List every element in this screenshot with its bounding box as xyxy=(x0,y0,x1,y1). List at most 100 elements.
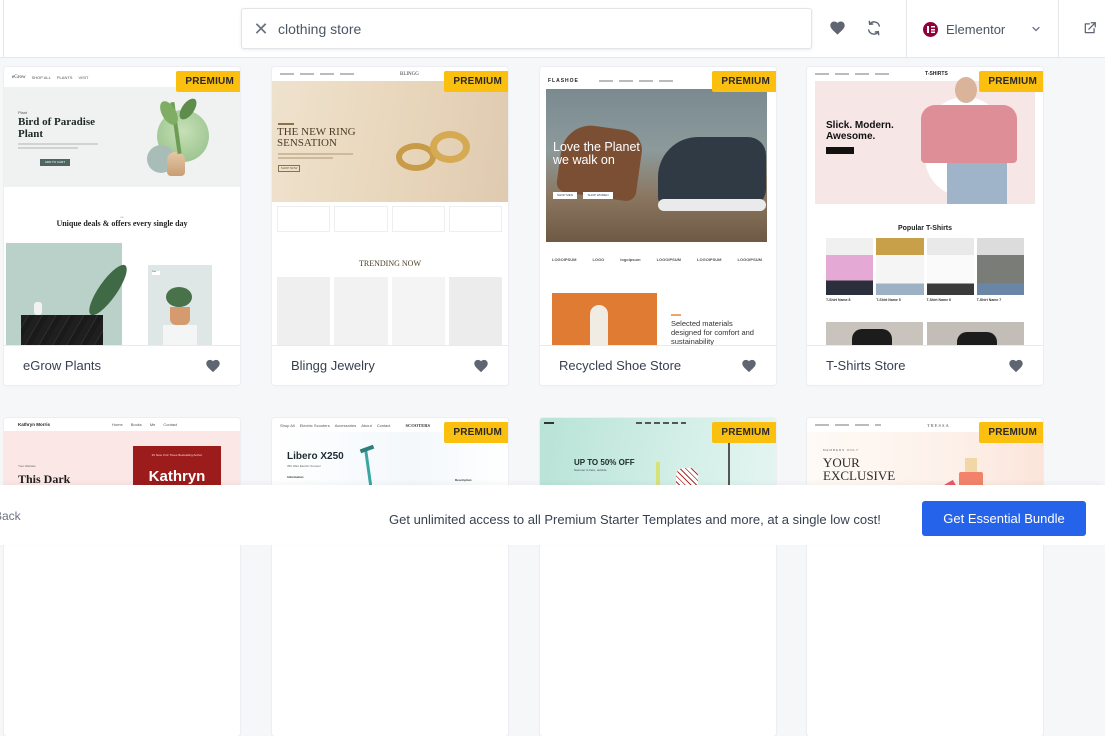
preview-button: ADD TO CART xyxy=(40,159,70,166)
upsell-bar: Back Get unlimited access to all Premium… xyxy=(0,485,1105,545)
preview-brand: T-SHIRTS xyxy=(925,71,948,77)
product-name: T-Shirt Name 7 xyxy=(976,298,1002,302)
plant-pot xyxy=(167,152,185,176)
logo: LOGOIPSUM xyxy=(737,257,762,262)
search-input[interactable] xyxy=(278,20,778,37)
product-image xyxy=(448,277,502,345)
logo-box xyxy=(391,206,445,232)
preview-subhead: Summer is here, outside xyxy=(574,468,607,472)
preview-kicker: Your Website xyxy=(18,464,36,468)
preview-nav: Kathryn Morris Home Books Me Contact xyxy=(4,418,240,431)
preview-section-title: Popular T-Shirts xyxy=(897,225,953,232)
product-image xyxy=(926,238,974,295)
nav-placeholder xyxy=(658,80,673,82)
template-preview: BLINGG THE NEW RING SENSATION SHOP NOW T… xyxy=(272,67,508,345)
preview-brand: Kathryn Morris xyxy=(18,422,51,427)
template-card-t-shirts-store[interactable]: T-SHIRTS Slick. Modern. Awesome. Popular… xyxy=(807,67,1043,385)
heart-icon[interactable] xyxy=(1009,359,1023,373)
preview-nav-item: Shop All xyxy=(280,422,295,428)
preview-text-line xyxy=(278,153,353,155)
preview-nav-item: VISIT xyxy=(78,74,89,80)
nav-placeholder xyxy=(638,80,653,82)
preview-nav-item: Contact xyxy=(376,422,391,428)
external-link-icon[interactable] xyxy=(1079,17,1101,39)
page-builder-select[interactable]: Elementor xyxy=(908,0,1058,58)
preview-section-title: Unique deals & offers every single day xyxy=(56,219,188,228)
template-card-scooters[interactable]: Shop All Electric Scooters Accessories A… xyxy=(272,418,508,736)
get-essential-bundle-button[interactable]: Get Essential Bundle xyxy=(922,501,1086,536)
premium-badge: PREMIUM xyxy=(444,71,508,92)
preview-products xyxy=(277,277,502,345)
template-card-recycled-shoe-store[interactable]: FLASHOE Love the Planet we walk on SHOP … xyxy=(540,67,776,385)
card-footer: Blingg Jewelry xyxy=(272,345,508,385)
template-title: Recycled Shoe Store xyxy=(559,358,682,373)
preview-feature-text: Selected materials designed for comfort … xyxy=(671,319,754,345)
divider xyxy=(3,0,4,58)
marble-table xyxy=(21,315,103,345)
back-link[interactable]: Back xyxy=(0,509,21,523)
preview-nav xyxy=(636,422,686,424)
preview-brand: TRESSA xyxy=(927,422,950,428)
preview-kicker: MEMBERS ONLY xyxy=(823,448,859,452)
product-image xyxy=(976,238,1024,295)
shoe-sole-image xyxy=(590,305,608,345)
template-card-decor-sale[interactable]: UP TO 50% OFF Summer is here, outside PR… xyxy=(540,418,776,736)
heart-icon[interactable] xyxy=(206,359,220,373)
chevron-down-icon xyxy=(1030,22,1042,40)
logo: LOGO xyxy=(592,257,605,262)
template-preview: Kathryn Morris Home Books Me Contact You… xyxy=(4,418,240,696)
nav-placeholder xyxy=(618,80,633,82)
preview-brand xyxy=(544,422,554,424)
template-card-egrow-plants[interactable]: eGrow SHOP ALL PLANTS VISIT Plant Bird o… xyxy=(4,67,240,385)
logo: logoipsum xyxy=(620,257,641,262)
preview-headline: Slick. Modern. Awesome. xyxy=(826,120,894,142)
premium-badge: PREMIUM xyxy=(712,71,776,92)
decor-vase xyxy=(34,302,42,315)
plant-leaves xyxy=(166,287,192,307)
nav-placeholder xyxy=(320,73,334,75)
model-shirt xyxy=(957,332,997,345)
product-name: T-Shirt Name 5 xyxy=(876,298,901,302)
logo-box xyxy=(277,206,331,232)
search-box[interactable]: ✕ xyxy=(241,8,812,49)
product-image xyxy=(826,238,874,295)
preview-label: Description xyxy=(455,478,472,482)
heart-icon[interactable] xyxy=(826,17,848,39)
preview-kicker xyxy=(278,123,294,125)
refresh-icon[interactable] xyxy=(863,17,885,39)
premium-badge: PREMIUM xyxy=(712,422,776,443)
preview-nav-item: Books xyxy=(130,422,142,427)
preview-headline: YOUR EXCLUSIVE xyxy=(823,455,896,483)
model-jeans xyxy=(947,163,1007,204)
logo: LOGOIPSUM xyxy=(697,257,722,262)
divider xyxy=(1058,0,1059,58)
plant-stand xyxy=(163,325,197,345)
template-card-perfume[interactable]: TRESSA MEMBERS ONLY YOUR EXCLUSIVE PREMI… xyxy=(807,418,1043,736)
preview-tag: Sale xyxy=(152,271,160,275)
heart-icon[interactable] xyxy=(474,359,488,373)
template-card-author[interactable]: Kathryn Morris Home Books Me Contact You… xyxy=(4,418,240,736)
premium-badge: PREMIUM xyxy=(444,422,508,443)
close-icon[interactable]: ✕ xyxy=(244,20,278,38)
preview-headline: Love the Planet we walk on xyxy=(553,140,640,167)
template-card-blingg-jewelry[interactable]: BLINGG THE NEW RING SENSATION SHOP NOW T… xyxy=(272,67,508,385)
premium-badge: PREMIUM xyxy=(979,71,1043,92)
nav-placeholder xyxy=(835,73,849,75)
divider xyxy=(906,0,907,58)
model-head xyxy=(955,77,977,103)
nav-placeholder xyxy=(815,424,829,426)
preview-nav-item: Electric Scooters xyxy=(299,422,330,428)
preview-product-names: T-Shirt Name 8 T-Shirt Name 5 T-Shirt Na… xyxy=(826,298,1024,302)
card-footer: eGrow Plants xyxy=(4,345,240,385)
book-tag: #1 New York Times Bestselling Author xyxy=(151,453,203,457)
preview-info: Information xyxy=(287,475,304,479)
logo: LOGOIPSUM xyxy=(656,257,682,262)
template-preview: T-SHIRTS Slick. Modern. Awesome. Popular… xyxy=(807,67,1043,345)
heart-icon[interactable] xyxy=(742,359,756,373)
product-name: T-Shirt Name 8 xyxy=(826,298,851,302)
preview-nav-item: Me xyxy=(149,422,156,427)
preview-headline: THE NEW RING SENSATION xyxy=(277,126,356,149)
nav-placeholder xyxy=(300,73,314,75)
preview-nav-item: Contact xyxy=(163,422,178,427)
preview-headline: UP TO 50% OFF xyxy=(574,458,635,467)
